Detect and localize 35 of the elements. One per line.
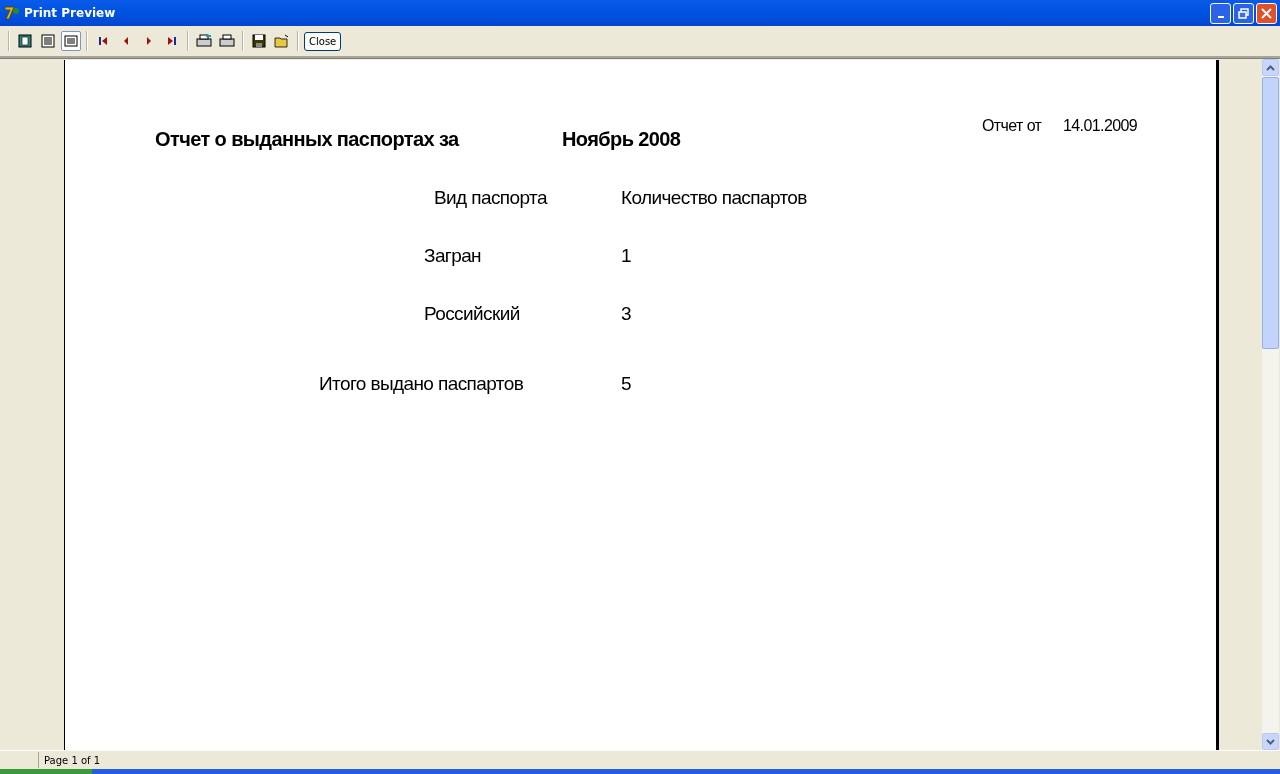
column-heading: Количество паспартов <box>621 187 807 209</box>
down-chevron-icon <box>1266 738 1275 745</box>
report-date-label: Отчет от <box>982 116 1042 136</box>
total-label: Итого выдано паспартов <box>319 373 524 395</box>
minimize-button[interactable] <box>1210 2 1231 24</box>
total-count: 5 <box>621 373 631 395</box>
scroll-down-button[interactable] <box>1262 733 1279 750</box>
scroll-up-button[interactable] <box>1262 59 1279 76</box>
scroll-thumb[interactable] <box>1262 77 1279 349</box>
passport-type: Российский <box>424 303 520 325</box>
right-triangle-icon <box>144 36 154 46</box>
last-page-icon <box>167 36 177 46</box>
close-window-button[interactable] <box>1256 2 1277 24</box>
report-period: Ноябрь 2008 <box>562 128 681 150</box>
text-lines-button[interactable] <box>38 31 58 51</box>
first-page-icon <box>98 36 108 46</box>
page-indicator: Page 1 of 1 <box>43 754 101 766</box>
fit-width-button[interactable] <box>61 31 81 51</box>
save-button[interactable] <box>249 31 269 51</box>
minimize-icon <box>1217 16 1224 18</box>
passport-count: 1 <box>621 245 631 267</box>
window-title: Print Preview <box>24 6 116 20</box>
one-page-button[interactable] <box>15 31 35 51</box>
close-button[interactable]: Close <box>304 31 342 51</box>
close-icon <box>1261 7 1272 19</box>
restore-button[interactable] <box>1233 2 1254 24</box>
passport-count: 3 <box>621 303 631 325</box>
vertical-scrollbar[interactable] <box>1262 59 1279 750</box>
up-chevron-icon <box>1266 64 1275 71</box>
column-heading: Вид паспорта <box>434 187 547 209</box>
passport-type: Загран <box>424 245 481 267</box>
restore-icon <box>1238 7 1249 19</box>
report-date: 14.01.2009 <box>1063 116 1138 136</box>
report-title: Отчет о выданных паспортах за <box>155 128 459 150</box>
app-icon <box>4 5 20 21</box>
